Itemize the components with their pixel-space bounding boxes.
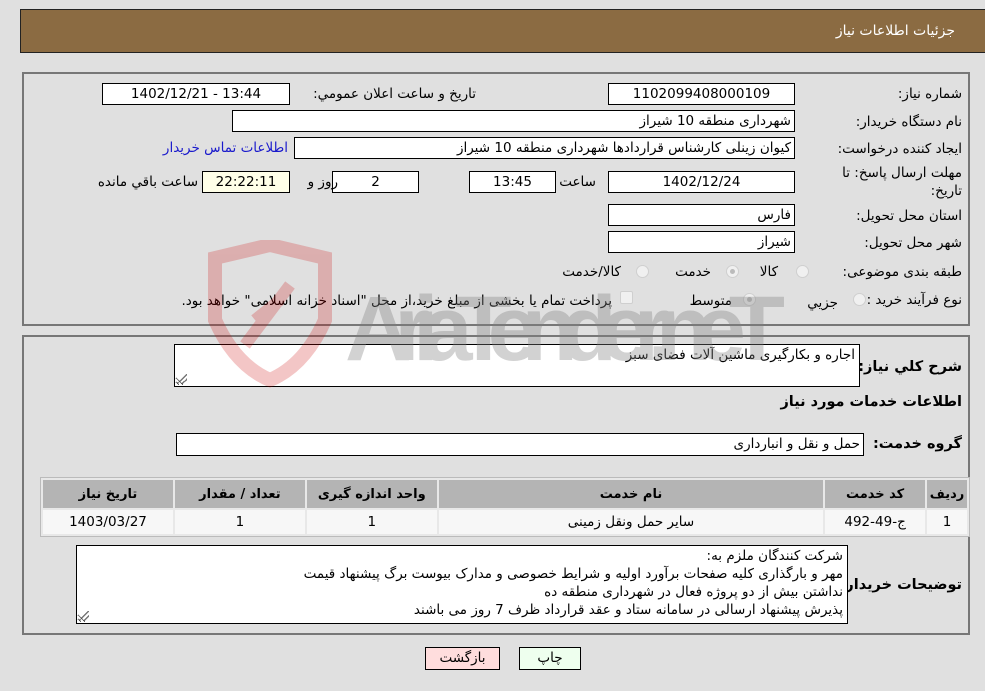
- buyer-note-line: نداشتن بیش از دو پروژه فعال در شهرداری م…: [544, 584, 843, 600]
- remaining-time-label: ساعت باقي مانده: [97, 174, 198, 190]
- category-goods-service-radio[interactable]: [636, 265, 649, 278]
- cell-quantity: 1: [174, 510, 305, 534]
- buyer-note-line: شرکت کنندگان ملزم به:: [706, 548, 843, 564]
- cell-unit: 1: [306, 510, 437, 534]
- need-number-label: شماره نیاز:: [897, 86, 962, 102]
- process-minor-radio[interactable]: [853, 293, 866, 306]
- treasury-checkbox[interactable]: [620, 291, 633, 304]
- need-details-panel: شماره نیاز: 1102099408000109 تاريخ و ساع…: [22, 72, 970, 326]
- col-quantity: تعداد / مقدار: [174, 480, 305, 508]
- summary-text: اجاره و بکارگیری ماشین آلات فضای سبز: [625, 347, 855, 363]
- category-goods-radio[interactable]: [796, 265, 809, 278]
- deadline-time-field[interactable]: 13:45: [469, 171, 556, 193]
- need-number-field[interactable]: 1102099408000109: [608, 83, 795, 105]
- category-goods-service-label: کالا/خدمت: [562, 264, 621, 280]
- process-minor-label: جزيي: [807, 295, 838, 311]
- cell-row-number: 1: [926, 510, 967, 534]
- cell-need-date: 1403/03/27: [43, 510, 173, 534]
- buyer-note-line: پذیرش پیشنهاد ارسالی در سامانه ستاد و عق…: [413, 602, 843, 618]
- remaining-time-field[interactable]: 22:22:11: [202, 171, 290, 193]
- deadline-label: مهلت ارسال پاسخ: تا تاریخ:: [842, 165, 962, 199]
- resize-grip-icon[interactable]: [79, 611, 89, 621]
- page-title: جزئیات اطلاعات نیاز: [835, 23, 955, 39]
- announce-label: تاريخ و ساعت اعلان عمومي:: [313, 86, 476, 102]
- process-medium-label: متوسط: [689, 293, 732, 309]
- cell-service-name: سایر حمل ونقل زمینی: [438, 510, 824, 534]
- cell-service-code: ج-49-492: [825, 510, 925, 534]
- category-goods-label: کالا: [759, 264, 778, 280]
- announce-field[interactable]: 1402/12/21 - 13:44: [102, 83, 290, 105]
- col-unit: واحد اندازه گیری: [306, 480, 437, 508]
- creator-label: ایجاد کننده درخواست:: [837, 141, 962, 157]
- process-medium-radio[interactable]: [743, 293, 756, 306]
- city-field[interactable]: شیراز: [608, 231, 795, 253]
- services-section-title: اطلاعات خدمات مورد نياز: [780, 394, 962, 410]
- deadline-date-field[interactable]: 1402/12/24: [608, 171, 795, 193]
- deadline-time-label: ساعت: [559, 174, 596, 190]
- services-panel: شرح کلي نياز: اجاره و بکارگیری ماشین آلا…: [22, 335, 970, 635]
- col-service-code: کد خدمت: [825, 480, 925, 508]
- service-group-field[interactable]: حمل و نقل و انبارداری: [176, 433, 864, 456]
- buyer-org-label: نام دستگاه خریدار:: [855, 114, 962, 130]
- category-service-label: خدمت: [675, 264, 711, 280]
- service-group-label: گروه خدمت:: [872, 436, 962, 452]
- province-label: استان محل تحویل:: [856, 208, 962, 224]
- buyer-contact-link[interactable]: اطلاعات تماس خریدار: [163, 140, 288, 156]
- summary-textarea[interactable]: اجاره و بکارگیری ماشین آلات فضای سبز: [174, 344, 860, 387]
- back-button[interactable]: بازگشت: [425, 647, 500, 670]
- page-header: جزئیات اطلاعات نیاز: [20, 9, 985, 53]
- services-table: رديف کد خدمت نام خدمت واحد اندازه گیری ت…: [40, 477, 970, 537]
- province-field[interactable]: فارس: [608, 204, 795, 226]
- resize-grip-icon[interactable]: [177, 374, 187, 384]
- summary-label: شرح کلي نياز:: [858, 359, 962, 375]
- category-service-radio[interactable]: [726, 265, 739, 278]
- print-button[interactable]: چاپ: [519, 647, 581, 670]
- days-label: روز و: [307, 174, 338, 190]
- table-row: 1 ج-49-492 سایر حمل ونقل زمینی 1 1 1403/…: [43, 510, 967, 534]
- city-label: شهر محل تحویل:: [864, 235, 962, 251]
- col-need-date: تاريخ نياز: [43, 480, 173, 508]
- col-row-number: رديف: [926, 480, 967, 508]
- process-type-label: نوع فرآیند خرید :: [866, 292, 962, 308]
- buyer-note-line: مهر و بارگذاری کلیه صفحات برآورد اولیه و…: [303, 566, 843, 582]
- category-label: طبقه بندی موضوعی:: [842, 264, 962, 280]
- treasury-note: پرداخت تمام یا بخشی از مبلغ خرید،از محل …: [181, 293, 612, 309]
- col-service-name: نام خدمت: [438, 480, 824, 508]
- creator-field[interactable]: کیوان زینلی کارشناس قراردادها شهرداری من…: [294, 137, 795, 159]
- buyer-notes-label: توضیحات خریدار:: [839, 577, 962, 593]
- buyer-notes-textarea[interactable]: شرکت کنندگان ملزم به: مهر و بارگذاری کلی…: [76, 545, 848, 624]
- buyer-org-field[interactable]: شهرداری منطقه 10 شیراز: [232, 110, 795, 132]
- days-remaining-field[interactable]: 2: [332, 171, 419, 193]
- table-header-row: رديف کد خدمت نام خدمت واحد اندازه گیری ت…: [43, 480, 967, 508]
